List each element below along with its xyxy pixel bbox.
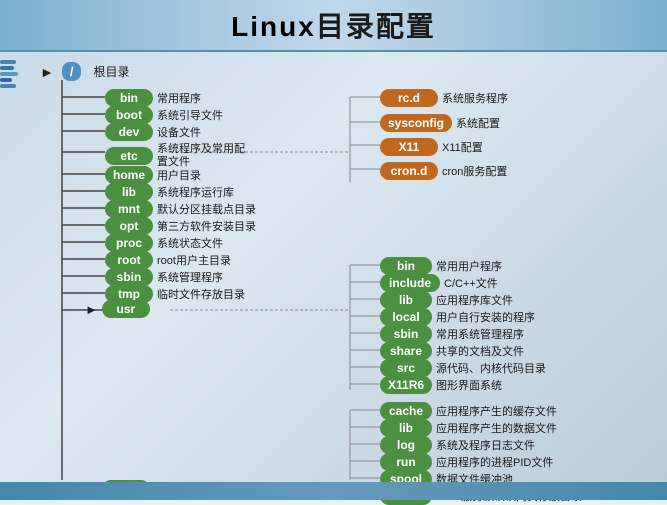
var-lib-desc: 应用程序产生的数据文件 — [436, 420, 557, 436]
dir-root: root root用户主目录 — [105, 251, 231, 269]
usr-local-desc: 用户自行安装的程序 — [436, 309, 535, 325]
dir-opt: opt 第三方软件安装目录 — [105, 217, 256, 235]
var-log-desc: 系统及程序日志文件 — [436, 437, 535, 453]
var-lib-label: lib — [380, 419, 432, 437]
page-title: Linux目录配置 — [231, 5, 436, 45]
var-run-label: run — [380, 453, 432, 471]
usr-include-label: include — [380, 274, 440, 292]
var-lib: lib 应用程序产生的数据文件 — [380, 419, 557, 437]
usr-share-desc: 共享的文档及文件 — [436, 343, 524, 359]
crond-label: cron.d — [380, 162, 438, 180]
x11-label: X11 — [380, 138, 438, 156]
dir-sysconfig: sysconfig 系统配置 — [380, 114, 500, 132]
usr-src: src 源代码、内核代码目录 — [380, 359, 546, 377]
opt-label: opt — [105, 217, 153, 235]
var-cache-desc: 应用程序产生的缓存文件 — [436, 403, 557, 419]
dir-bin: bin 常用程序 — [105, 89, 201, 107]
dir-rcd: rc.d 系统服务程序 — [380, 89, 508, 107]
root-desc: 根目录 — [93, 63, 129, 80]
var-run-desc: 应用程序的进程PID文件 — [436, 454, 553, 470]
title-suffix: 目录配置 — [316, 11, 436, 42]
dev-label: dev — [105, 123, 153, 141]
sysconfig-label: sysconfig — [380, 114, 452, 132]
footer-bar — [0, 482, 667, 500]
mnt-label: mnt — [105, 200, 153, 218]
usr-bin: bin 常用用户程序 — [380, 257, 502, 275]
dir-proc: proc 系统状态文件 — [105, 234, 223, 252]
dir-lib: lib 系统程序运行库 — [105, 183, 234, 201]
usr-lib-desc: 应用程序库文件 — [436, 292, 513, 308]
usr-lib-label: lib — [380, 291, 432, 309]
root-label: / — [62, 62, 82, 81]
usr-lib: lib 应用程序库文件 — [380, 291, 513, 309]
usr-sbin-label: sbin — [380, 325, 432, 343]
usr-x11r6-desc: 图形界面系统 — [436, 377, 502, 393]
usr-include-desc: C/C++文件 — [444, 275, 498, 291]
tmp-desc: 临时文件存放目录 — [157, 286, 245, 302]
main-content: ► / 根目录 bin 常用程序 boot 系统引导文件 dev 设备文件 et… — [20, 52, 657, 480]
lib-desc: 系统程序运行库 — [157, 184, 234, 200]
title-prefix: Linux — [231, 11, 316, 42]
dir-usr-section: ► usr — [85, 300, 150, 318]
boot-label: boot — [105, 106, 153, 124]
home-label: home — [105, 166, 153, 184]
etc-label: etc — [105, 147, 153, 165]
dir-mnt: mnt 默认分区挂载点目录 — [105, 200, 256, 218]
usr-label: usr — [102, 300, 150, 318]
sbin-desc: 系统管理程序 — [157, 269, 223, 285]
crond-desc: cron服务配置 — [442, 163, 507, 179]
boot-desc: 系统引导文件 — [157, 107, 223, 123]
root-user-desc: root用户主目录 — [157, 252, 231, 268]
usr-x11r6-label: X11R6 — [380, 376, 432, 394]
bin-desc: 常用程序 — [157, 90, 201, 106]
mnt-desc: 默认分区挂载点目录 — [157, 201, 256, 217]
root-node: ► / 根目录 — [40, 62, 130, 81]
var-cache-label: cache — [380, 402, 432, 420]
usr-share: share 共享的文档及文件 — [380, 342, 524, 360]
var-log: log 系统及程序日志文件 — [380, 436, 535, 454]
rcd-desc: 系统服务程序 — [442, 90, 508, 106]
dir-sbin: sbin 系统管理程序 — [105, 268, 223, 286]
usr-include: include C/C++文件 — [380, 274, 498, 292]
usr-local: local 用户自行安装的程序 — [380, 308, 535, 326]
dir-boot: boot 系统引导文件 — [105, 106, 223, 124]
sysconfig-desc: 系统配置 — [456, 115, 500, 131]
var-run: run 应用程序的进程PID文件 — [380, 453, 553, 471]
dev-desc: 设备文件 — [157, 124, 201, 140]
root-user-label: root — [105, 251, 153, 269]
home-desc: 用户目录 — [157, 167, 201, 183]
header: Linux目录配置 — [0, 0, 667, 52]
lib-label: lib — [105, 183, 153, 201]
usr-share-label: share — [380, 342, 432, 360]
usr-bin-label: bin — [380, 257, 432, 275]
dir-x11: X11 X11配置 — [380, 138, 483, 156]
rcd-label: rc.d — [380, 89, 438, 107]
usr-bin-desc: 常用用户程序 — [436, 258, 502, 274]
usr-src-desc: 源代码、内核代码目录 — [436, 360, 546, 376]
x11-desc: X11配置 — [442, 139, 483, 155]
dir-home: home 用户目录 — [105, 166, 201, 184]
usr-src-label: src — [380, 359, 432, 377]
left-decoration — [0, 60, 20, 480]
usr-local-label: local — [380, 308, 432, 326]
proc-label: proc — [105, 234, 153, 252]
var-cache: cache 应用程序产生的缓存文件 — [380, 402, 557, 420]
dir-dev: dev 设备文件 — [105, 123, 201, 141]
proc-desc: 系统状态文件 — [157, 235, 223, 251]
usr-x11r6: X11R6 图形界面系统 — [380, 376, 502, 394]
sbin-label: sbin — [105, 268, 153, 286]
bin-label: bin — [105, 89, 153, 107]
usr-sbin: sbin 常用系统管理程序 — [380, 325, 524, 343]
dir-crond: cron.d cron服务配置 — [380, 162, 507, 180]
var-log-label: log — [380, 436, 432, 454]
usr-sbin-desc: 常用系统管理程序 — [436, 326, 524, 342]
opt-desc: 第三方软件安装目录 — [157, 218, 256, 234]
